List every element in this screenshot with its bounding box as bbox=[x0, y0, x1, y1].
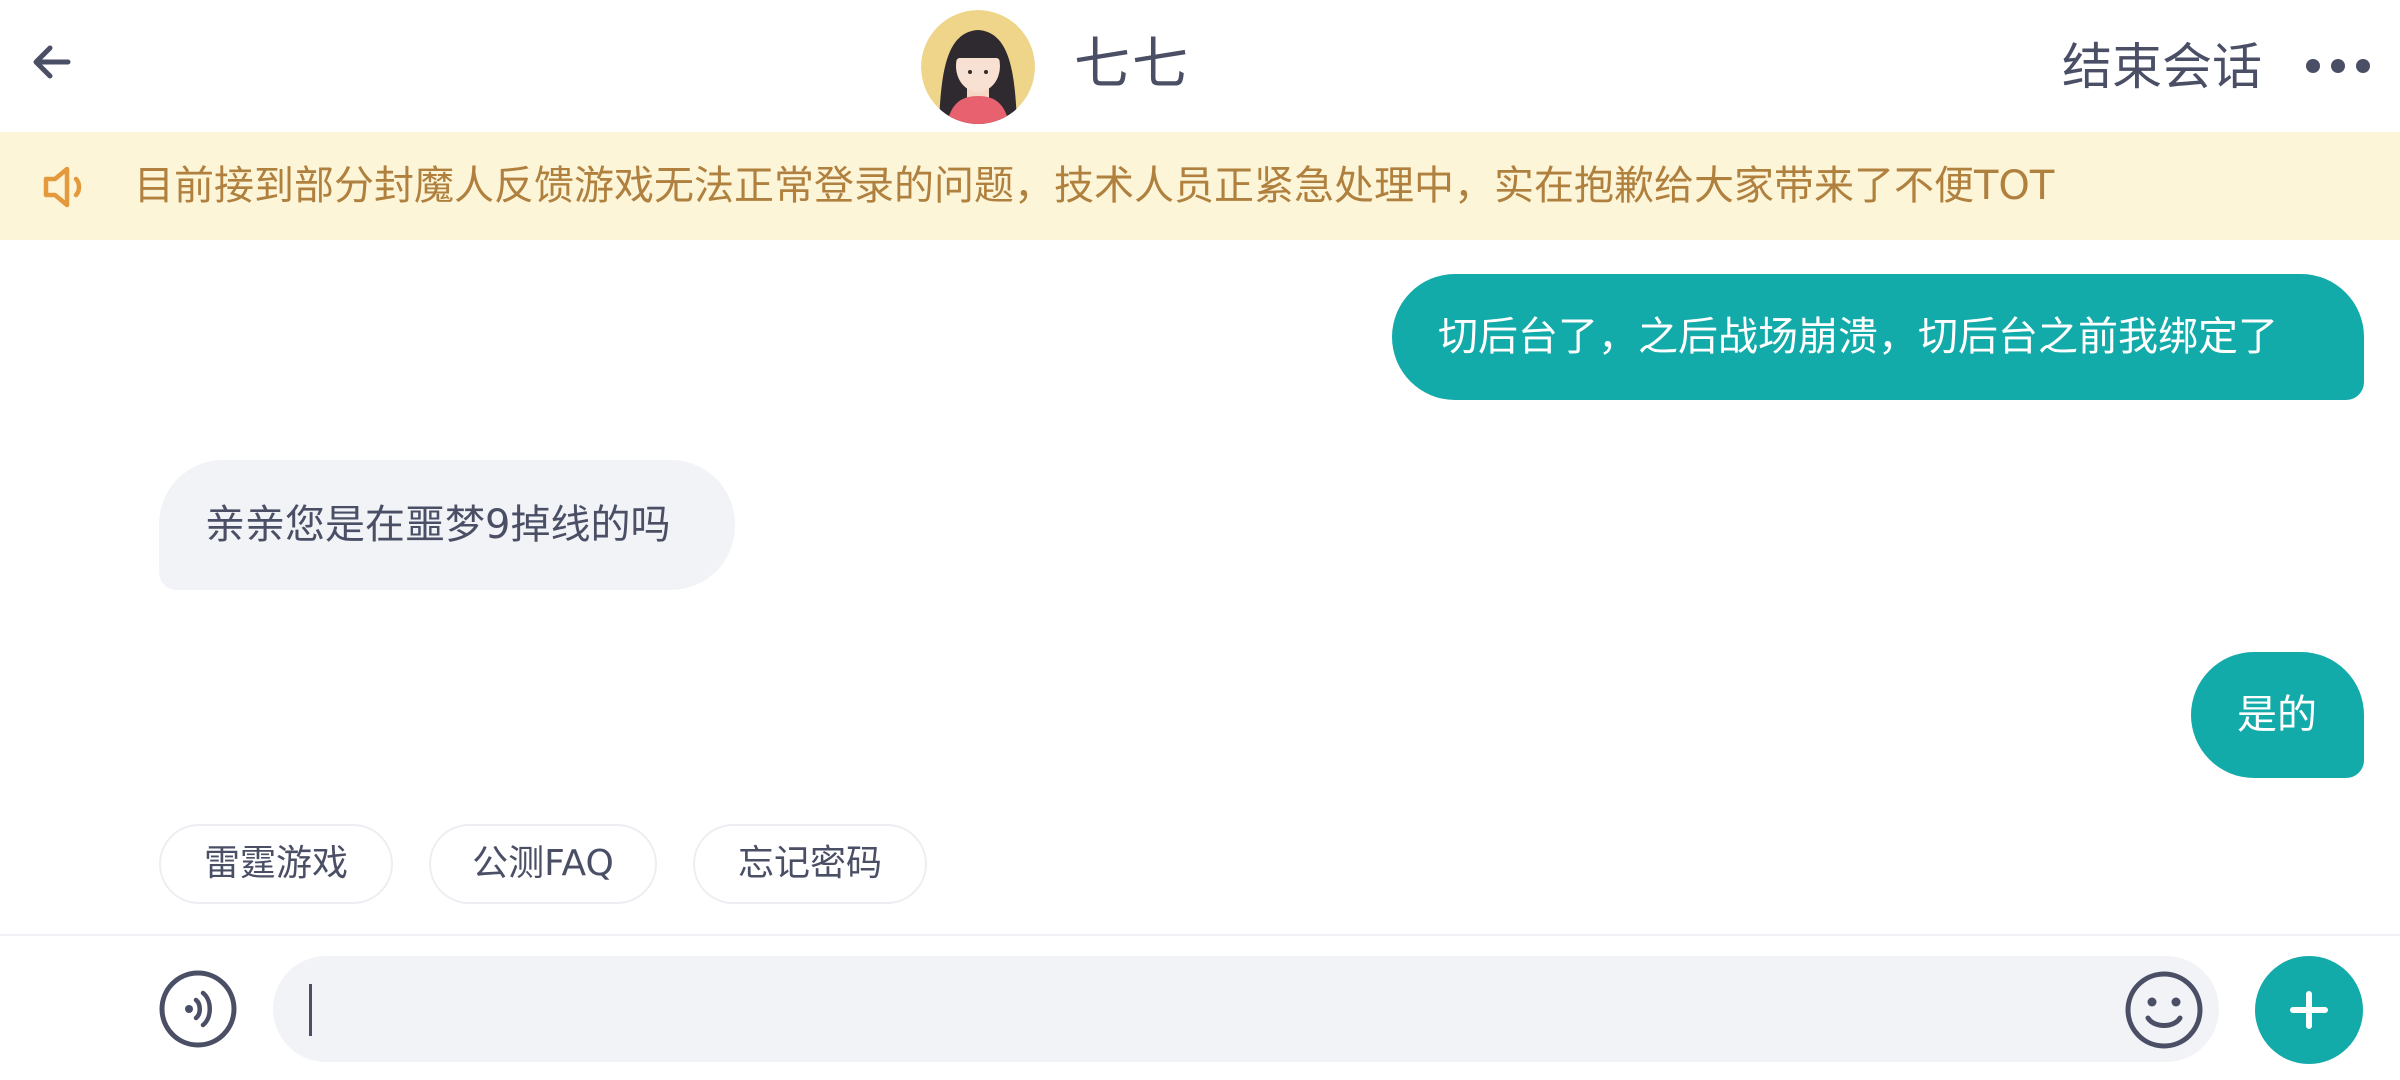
user-message: 是的 bbox=[2191, 652, 2364, 778]
quick-reply-chip[interactable]: 忘记密码 bbox=[693, 824, 927, 904]
plus-button[interactable] bbox=[2255, 956, 2363, 1064]
input-bar bbox=[0, 934, 2400, 1080]
end-session-button[interactable]: 结束会话 bbox=[2062, 34, 2262, 100]
message-input[interactable] bbox=[273, 956, 2219, 1062]
emoji-button[interactable] bbox=[2124, 970, 2204, 1050]
agent-message: 亲亲您是在噩梦9掉线的吗 bbox=[159, 460, 735, 590]
text-caret bbox=[309, 984, 312, 1036]
avatar[interactable] bbox=[921, 10, 1035, 124]
voice-button[interactable] bbox=[158, 969, 238, 1049]
user-message: 切后台了，之后战场崩溃，切后台之前我绑定了 bbox=[1392, 274, 2364, 400]
header: 七七 结束会话 bbox=[0, 0, 2400, 132]
notice-banner[interactable]: 目前接到部分封魔人反馈游戏无法正常登录的问题，技术人员正紧急处理中，实在抱歉给大… bbox=[0, 132, 2400, 240]
back-button[interactable] bbox=[20, 30, 84, 94]
notice-text: 目前接到部分封魔人反馈游戏无法正常登录的问题，技术人员正紧急处理中，实在抱歉给大… bbox=[134, 163, 2055, 209]
plus-icon bbox=[2290, 991, 2328, 1029]
quick-reply-chip[interactable]: 公测FAQ bbox=[429, 824, 657, 904]
emoji-icon bbox=[2125, 971, 2203, 1049]
arrow-left-icon bbox=[33, 45, 71, 79]
more-dots-icon bbox=[2306, 59, 2370, 73]
agent-name: 七七 bbox=[1074, 32, 1190, 97]
chat-screen: 七七 结束会话 目前接到部分封魔人反馈游戏无法正常登录的问题，技术人员正紧急处理… bbox=[0, 0, 2400, 1080]
voice-icon bbox=[159, 970, 237, 1048]
more-button[interactable] bbox=[2298, 38, 2378, 94]
quick-reply-chip[interactable]: 雷霆游戏 bbox=[159, 824, 393, 904]
speaker-icon bbox=[43, 166, 82, 208]
